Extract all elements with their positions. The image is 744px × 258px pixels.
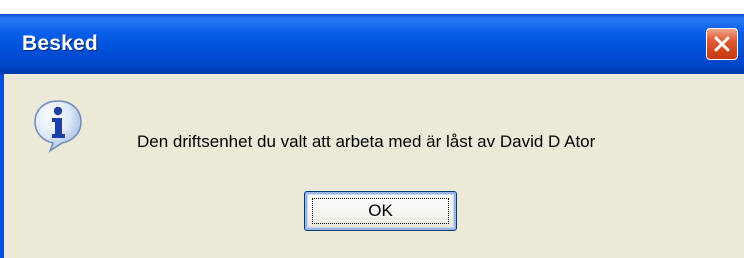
- window-left-border: [0, 74, 4, 258]
- message-dialog: Besked Den driftsenhet du valt att arbet…: [0, 14, 744, 258]
- window-title: Besked: [22, 32, 98, 55]
- close-icon: [714, 36, 730, 52]
- dialog-message: Den driftsenhet du valt att arbeta med ä…: [137, 132, 596, 151]
- title-bar[interactable]: Besked: [0, 14, 744, 74]
- close-button[interactable]: [706, 28, 738, 60]
- ok-button[interactable]: OK: [304, 191, 457, 231]
- ok-button-label: OK: [368, 201, 393, 220]
- information-icon: [32, 98, 84, 154]
